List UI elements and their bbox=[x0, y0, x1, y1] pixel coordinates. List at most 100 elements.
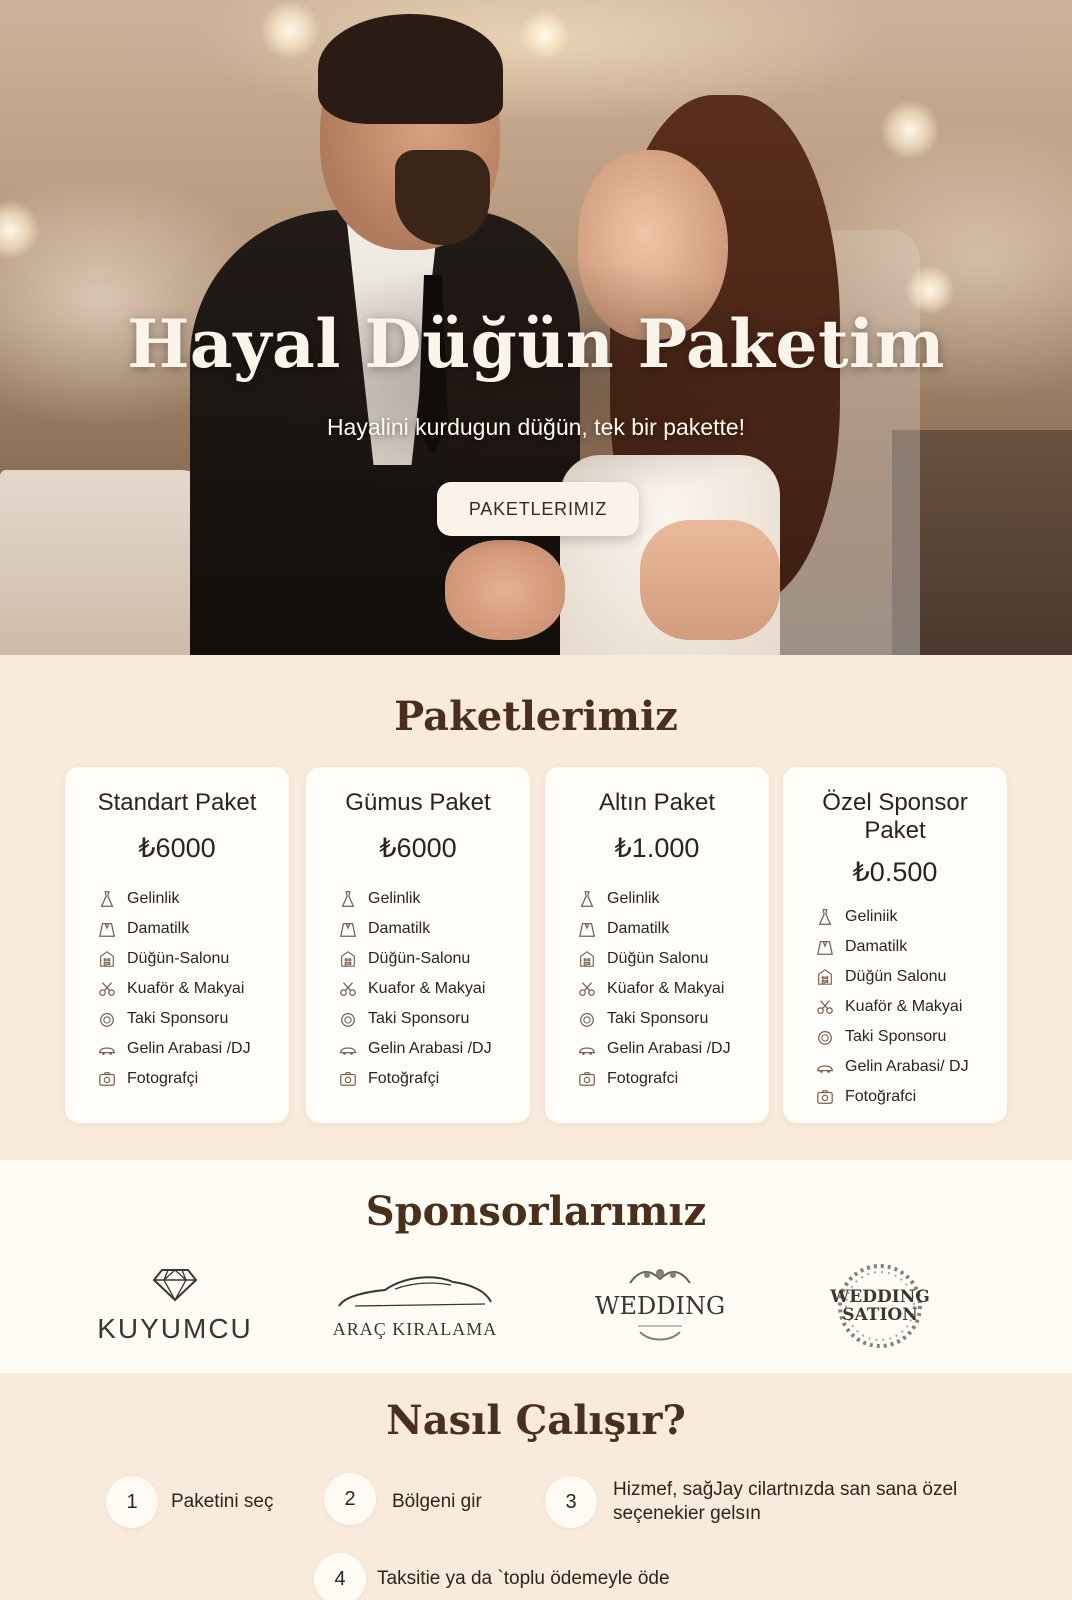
sponsor-name: ARAÇ KIRALAMA bbox=[332, 1319, 498, 1339]
feature-item: Taki Sponsoru bbox=[577, 1004, 769, 1034]
scissors-icon bbox=[577, 979, 597, 999]
feature-item: Damatilk bbox=[815, 932, 1007, 962]
feature-item: Geliniik bbox=[815, 902, 1007, 932]
sponsors-title: Sponsorlarımız bbox=[365, 1188, 707, 1235]
feature-label: Damatilk bbox=[607, 920, 670, 937]
suit-icon bbox=[815, 937, 835, 957]
camera-icon bbox=[338, 1069, 358, 1089]
feature-label: Fotoğrafçi bbox=[368, 1070, 440, 1087]
sponsor-name: KUYUMCU bbox=[97, 1312, 253, 1344]
feature-item: Kuafor & Makyai bbox=[338, 974, 530, 1004]
building-icon bbox=[338, 949, 358, 969]
step-text: Bölgeni gir bbox=[392, 1491, 482, 1512]
feature-item: Fotoğrafçi bbox=[338, 1064, 530, 1094]
camera-icon bbox=[97, 1069, 117, 1089]
package-card[interactable]: Gümus Paket ₺6000 Gelinlik Damatilk Düğün-Sa… bbox=[306, 767, 530, 1123]
feature-label: Fotografci bbox=[607, 1070, 679, 1087]
feature-item: Gelin Arabasi /DJ bbox=[97, 1034, 289, 1064]
feature-label: Fotografçi bbox=[127, 1070, 199, 1087]
feature-item: Düğün-Salonu bbox=[97, 944, 289, 974]
car-icon bbox=[815, 1057, 835, 1077]
scissors-icon bbox=[338, 979, 358, 999]
packages-title: Paketlerimiz bbox=[394, 693, 678, 740]
packages-cta-button[interactable]: PAKETLERIMIZ bbox=[437, 482, 639, 536]
feature-item: Gelin Arabasi/ DJ bbox=[815, 1052, 1007, 1082]
hero-title: Hayal Düğün Paketim bbox=[127, 305, 945, 383]
car-icon bbox=[335, 1272, 495, 1317]
feature-label: Taki Sponsoru bbox=[127, 1010, 229, 1027]
feature-item: Kuaför & Makyai bbox=[815, 992, 1007, 1022]
package-name: Standart Paket bbox=[97, 789, 257, 816]
step-number: 1 bbox=[106, 1476, 158, 1528]
feature-label: Damatilk bbox=[127, 920, 190, 937]
hero-section: Hayal Düğün Paketim Hayalini kurdugun dü… bbox=[0, 0, 1072, 655]
feature-item: Gelin Arabasi /DJ bbox=[338, 1034, 530, 1064]
feature-item: Taki Sponsoru bbox=[338, 1004, 530, 1034]
step-number: 3 bbox=[545, 1476, 597, 1528]
packages-section: Paketlerimiz Standart Paket ₺6000 Gelinlik… bbox=[0, 655, 1072, 1160]
scissors-icon bbox=[815, 997, 835, 1017]
feature-item: Kuaför & Makyai bbox=[97, 974, 289, 1004]
dress-icon bbox=[97, 889, 117, 909]
dress-icon bbox=[338, 889, 358, 909]
sponsor-arac-kiralama[interactable]: ARAÇ KIRALAMA bbox=[330, 1256, 500, 1356]
how-it-works-section: Nasıl Çalışır? 1 Paketini seç 2 Bölgeni … bbox=[0, 1373, 1072, 1600]
feature-label: Taki Sponsoru bbox=[368, 1010, 470, 1027]
feature-label: Gelin Arabasi /DJ bbox=[368, 1040, 492, 1057]
feature-list: Gelinlik Damatilk Düğün-Salonu Kuafor & Mak… bbox=[306, 884, 530, 1094]
sponsor-wedding[interactable]: WEDDING bbox=[590, 1256, 730, 1356]
feature-label: Gelinlik bbox=[607, 890, 660, 907]
feature-label: Taki Sponsoru bbox=[845, 1028, 947, 1045]
feature-label: Düğün Salonu bbox=[607, 950, 709, 967]
package-price: ₺6000 bbox=[138, 833, 216, 863]
sponsor-name: WEDDING bbox=[830, 1287, 930, 1307]
ring-icon bbox=[338, 1009, 358, 1029]
feature-item: Damatilk bbox=[97, 914, 289, 944]
building-icon bbox=[815, 967, 835, 987]
package-card[interactable]: Altın Paket ₺1.000 Gelinlik Damatilk Düğün S… bbox=[545, 767, 769, 1123]
feature-item: Gelinlik bbox=[97, 884, 289, 914]
how-title: Nasıl Çalışır? bbox=[386, 1397, 686, 1444]
feature-item: Taki Sponsoru bbox=[97, 1004, 289, 1034]
package-card[interactable]: Standart Paket ₺6000 Gelinlik Damatilk Düğün… bbox=[65, 767, 289, 1123]
feature-list: Gelinlik Damatilk Düğün Salonu Küafor & Mak… bbox=[545, 884, 769, 1094]
feature-label: Gelin Arabasi /DJ bbox=[607, 1040, 731, 1057]
step-number: 4 bbox=[314, 1553, 366, 1600]
feature-label: Kuafor & Makyai bbox=[368, 980, 486, 997]
feature-label: Gelin Arabasi /DJ bbox=[127, 1040, 251, 1057]
feature-item: Düğün Salonu bbox=[577, 944, 769, 974]
feature-list: Gelinlik Damatilk Düğün-Salonu Kuaför & Mak… bbox=[65, 884, 289, 1094]
step-text: Paketini seç bbox=[171, 1491, 274, 1512]
floral-icon bbox=[625, 1265, 695, 1292]
feature-item: Damatilk bbox=[338, 914, 530, 944]
car-icon bbox=[577, 1039, 597, 1059]
building-icon bbox=[577, 949, 597, 969]
feature-item: Taki Sponsoru bbox=[815, 1022, 1007, 1052]
feature-label: Düğün-Salonu bbox=[368, 950, 471, 967]
feature-item: Gelin Arabasi /DJ bbox=[577, 1034, 769, 1064]
feature-label: Kuaför & Makyai bbox=[845, 998, 963, 1015]
package-name: Altın Paket bbox=[598, 789, 716, 816]
feature-item: Damatilk bbox=[577, 914, 769, 944]
sponsor-kuyumcu[interactable]: KUYUMCU bbox=[95, 1256, 255, 1356]
feature-label: Fotoğrafci bbox=[845, 1088, 917, 1105]
feature-label: Düğün-Salonu bbox=[127, 950, 230, 967]
feature-label: Gelinlik bbox=[368, 890, 421, 907]
suit-icon bbox=[97, 919, 117, 939]
camera-icon bbox=[577, 1069, 597, 1089]
package-name: Özel Sponsor Paket bbox=[822, 789, 968, 844]
feature-item: Fotoğrafci bbox=[815, 1082, 1007, 1112]
feature-item: Düğün Salonu bbox=[815, 962, 1007, 992]
feature-item: Gelinlik bbox=[577, 884, 769, 914]
sponsors-section: Sponsorlarımız KUYUMCU ARAÇ KIRALAMA WED… bbox=[0, 1160, 1072, 1373]
package-card[interactable]: Özel Sponsor Paket ₺0.500 Geliniik Damatilk… bbox=[783, 767, 1007, 1123]
feature-label: Taki Sponsoru bbox=[607, 1010, 709, 1027]
dress-icon bbox=[577, 889, 597, 909]
feature-label: Gelin Arabasi/ DJ bbox=[845, 1058, 969, 1075]
package-name: Gümus Paket bbox=[345, 789, 491, 816]
feature-label: Damatilk bbox=[368, 920, 431, 937]
sponsor-name: SATION bbox=[842, 1305, 918, 1325]
building-icon bbox=[97, 949, 117, 969]
sponsor-wedding-sation[interactable]: WEDDING SATION bbox=[820, 1256, 940, 1356]
feature-item: Fotografçi bbox=[97, 1064, 289, 1094]
